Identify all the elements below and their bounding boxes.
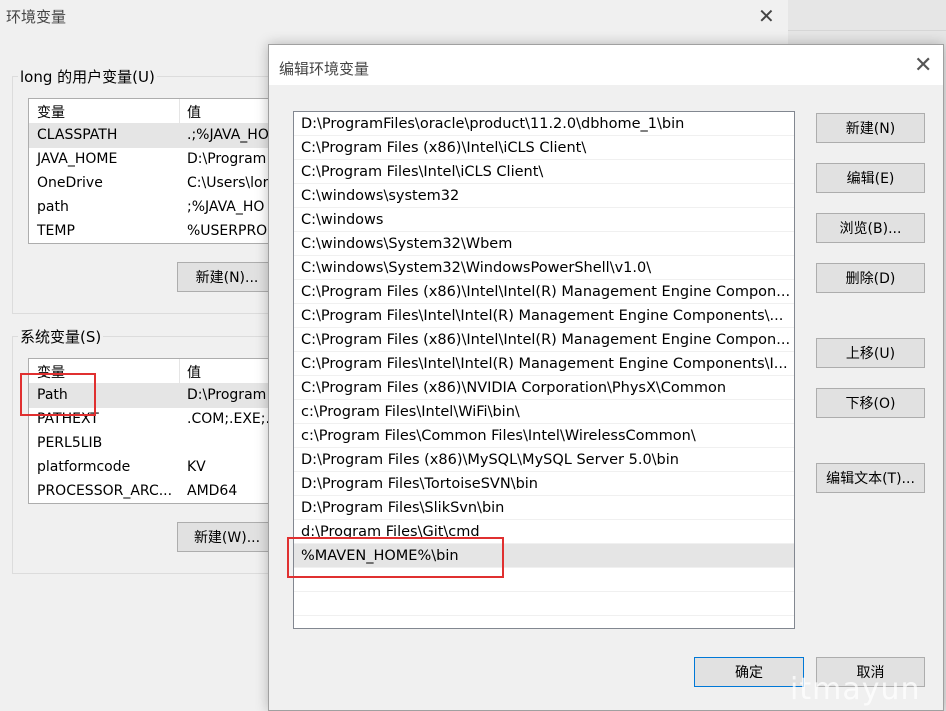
user-var-row[interactable]: path ;%JAVA_HO (29, 196, 309, 220)
user-var-value: C:\Users\lor (187, 175, 269, 191)
system-var-row[interactable]: PERL5LIB (29, 432, 309, 456)
user-var-name: CLASSPATH (37, 127, 118, 143)
path-entry[interactable]: C:\Program Files (x86)\Intel\Intel(R) Ma… (294, 328, 794, 352)
path-entry[interactable]: C:\Program Files (x86)\NVIDIA Corporatio… (294, 376, 794, 400)
user-var-row[interactable]: OneDrive C:\Users\lor (29, 172, 309, 196)
system-var-name: platformcode (37, 459, 131, 475)
user-var-value: ;%JAVA_HO (187, 199, 265, 215)
watermark-text: itmayun (790, 672, 921, 707)
path-entry[interactable]: C:\Program Files\Intel\iCLS Client\ (294, 160, 794, 184)
edit-button[interactable]: 编辑(E) (816, 163, 925, 193)
path-entry[interactable]: D:\Program Files (x86)\MySQL\MySQL Serve… (294, 448, 794, 472)
user-var-row[interactable]: CLASSPATH .;%JAVA_HO (29, 124, 309, 148)
system-var-name: PROCESSOR_ARC... (37, 483, 173, 499)
move-up-button[interactable]: 上移(U) (816, 338, 925, 368)
user-var-value: D:\Program (187, 151, 267, 167)
dialog-titlebar (269, 45, 943, 85)
user-var-name: TEMP (37, 223, 75, 239)
user-var-name: JAVA_HOME (37, 151, 118, 167)
dialog-close-icon[interactable]: ✕ (914, 53, 932, 78)
system-var-value: .COM;.EXE;. (187, 411, 270, 427)
ok-button[interactable]: 确定 (694, 657, 804, 687)
user-var-name: OneDrive (37, 175, 103, 191)
path-highlight-box (20, 373, 96, 416)
user-var-value: .;%JAVA_HO (187, 127, 269, 143)
user-vars-header-value[interactable]: 值 (187, 102, 201, 122)
column-divider[interactable] (179, 359, 180, 383)
user-var-name: path (37, 199, 69, 215)
column-divider[interactable] (179, 99, 180, 123)
path-entry[interactable]: D:\Program Files\TortoiseSVN\bin (294, 472, 794, 496)
user-var-row[interactable]: JAVA_HOME D:\Program (29, 148, 309, 172)
system-var-value: KV (187, 459, 206, 475)
system-var-row[interactable]: PROCESSOR_ARC... AMD64 (29, 480, 309, 503)
path-entry[interactable]: D:\ProgramFiles\oracle\product\11.2.0\db… (294, 112, 794, 136)
system-var-value: AMD64 (187, 483, 238, 499)
edit-env-var-dialog: 编辑环境变量 ✕ D:\ProgramFiles\oracle\product\… (268, 44, 944, 711)
background-divider (788, 30, 946, 31)
path-entry[interactable]: D:\Program Files\SlikSvn\bin (294, 496, 794, 520)
system-var-name: PERL5LIB (37, 435, 103, 451)
system-vars-new-button[interactable]: 新建(W)... (177, 522, 277, 552)
user-vars-header-name[interactable]: 变量 (37, 102, 65, 122)
user-vars-label: long 的用户变量(U) (18, 66, 157, 87)
path-entry[interactable]: C:\windows\system32 (294, 184, 794, 208)
path-entry[interactable]: c:\Program Files\Common Files\Intel\Wire… (294, 424, 794, 448)
user-var-row[interactable]: TEMP %USERPRO (29, 220, 309, 243)
path-entry-empty[interactable] (294, 592, 794, 616)
system-vars-header-value[interactable]: 值 (187, 362, 201, 382)
path-entry[interactable]: C:\windows\System32\WindowsPowerShell\v1… (294, 256, 794, 280)
maven-highlight-box (287, 537, 504, 578)
path-entry[interactable]: C:\Program Files (x86)\Intel\iCLS Client… (294, 136, 794, 160)
user-var-value: %USERPRO (187, 223, 268, 239)
dialog-title: 编辑环境变量 (279, 60, 370, 78)
system-var-value: D:\Program (187, 387, 267, 403)
system-var-row[interactable]: platformcode KV (29, 456, 309, 480)
path-entry[interactable]: C:\Program Files\Intel\Intel(R) Manageme… (294, 304, 794, 328)
path-entry[interactable]: C:\windows\System32\Wbem (294, 232, 794, 256)
path-entry[interactable]: c:\Program Files\Intel\WiFi\bin\ (294, 400, 794, 424)
system-vars-label: 系统变量(S) (18, 326, 104, 347)
path-entry[interactable]: C:\Program Files (x86)\Intel\Intel(R) Ma… (294, 280, 794, 304)
edit-text-button[interactable]: 编辑文本(T)... (816, 463, 925, 493)
env-vars-window-title: 环境变量 (6, 8, 67, 26)
new-button[interactable]: 新建(N) (816, 113, 925, 143)
path-entry[interactable]: C:\Program Files\Intel\Intel(R) Manageme… (294, 352, 794, 376)
path-entry[interactable]: C:\windows (294, 208, 794, 232)
delete-button[interactable]: 删除(D) (816, 263, 925, 293)
user-vars-header: 变量 值 (29, 99, 309, 124)
move-down-button[interactable]: 下移(O) (816, 388, 925, 418)
browse-button[interactable]: 浏览(B)... (816, 213, 925, 243)
user-vars-new-button[interactable]: 新建(N)... (177, 262, 277, 292)
env-vars-close-icon[interactable]: ✕ (758, 4, 775, 28)
